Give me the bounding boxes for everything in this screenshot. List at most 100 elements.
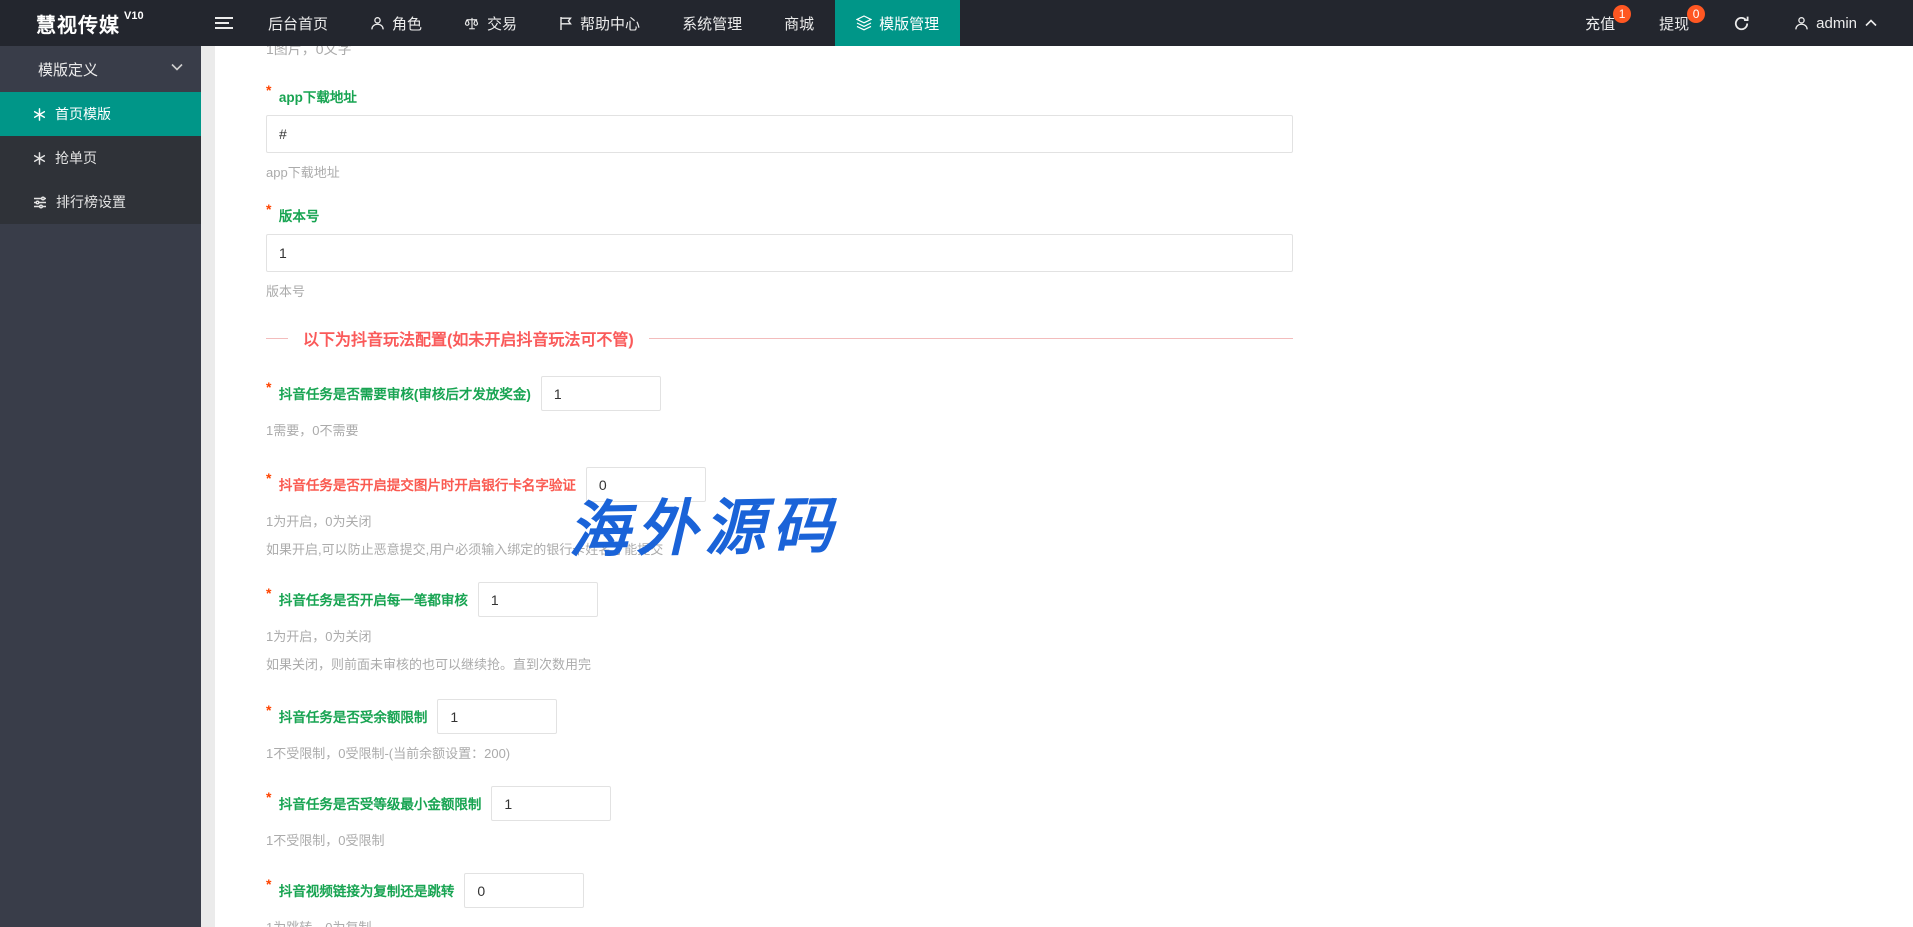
asterisk-icon <box>33 152 46 165</box>
sidebar-item-grab-order-page[interactable]: 抢单页 <box>0 136 201 180</box>
sliders-icon <box>33 196 47 209</box>
user-icon <box>1794 16 1809 31</box>
field-level-min-amount-limit: * 抖音任务是否受等级最小金额限制 <box>266 786 1913 821</box>
username-label: admin <box>1816 15 1857 32</box>
nav-item-system[interactable]: 系统管理 <box>661 0 763 46</box>
withdraw-button[interactable]: 提现 0 <box>1637 0 1711 46</box>
field-video-link-mode: * 抖音视频链接为复制还是跳转 <box>266 873 1913 908</box>
field-label: 抖音任务是否受等级最小金额限制 <box>279 797 482 812</box>
required-asterisk: * <box>266 702 271 718</box>
app-download-url-input[interactable] <box>266 115 1293 153</box>
hamburger-icon <box>215 16 233 30</box>
divider-line <box>266 338 288 339</box>
nav-item-label: 后台首页 <box>268 13 328 34</box>
nav-item-transactions[interactable]: 交易 <box>443 0 538 46</box>
sidebar-item-label: 排行榜设置 <box>56 192 126 212</box>
user-menu[interactable]: admin <box>1772 0 1899 46</box>
nav-item-mall[interactable]: 商城 <box>763 0 835 46</box>
required-asterisk: * <box>266 876 271 892</box>
sidebar: 模版定义 首页模版 <box>0 46 201 927</box>
main-content: 1图片，0文字 * app下载地址 app下载地址 * 版本号 版本号 <box>215 46 1913 927</box>
sidebar-group-label: 模版定义 <box>38 59 98 80</box>
divider-line <box>649 338 1293 339</box>
field-label: 抖音任务是否开启每一笔都审核 <box>279 593 468 608</box>
sidebar-toggle-button[interactable] <box>201 0 247 46</box>
bankcard-verify-input[interactable] <box>586 467 706 502</box>
field-helper: 版本号 <box>266 281 1913 300</box>
field-helper: 1为开启，0为关闭 <box>266 626 1913 645</box>
brand-logo: 慧视传媒 V10 <box>0 0 201 46</box>
field-helper: 1为跳转，0为复制 <box>266 917 1913 927</box>
field-label: 抖音视频链接为复制还是跳转 <box>279 884 455 899</box>
review-each-order-input[interactable] <box>478 582 598 617</box>
sidebar-item-ranking-settings[interactable]: 排行榜设置 <box>0 180 201 224</box>
divider-title: 以下为抖音玩法配置(如未开启抖音玩法可不管) <box>303 326 634 350</box>
nav-item-help-center[interactable]: 帮助中心 <box>538 0 661 46</box>
version-input[interactable] <box>266 234 1293 272</box>
required-asterisk: * <box>266 789 271 805</box>
field-label: 抖音任务是否受余额限制 <box>279 710 428 725</box>
required-asterisk: * <box>266 379 271 395</box>
balance-limit-input[interactable] <box>437 699 557 734</box>
field-review-each-order: * 抖音任务是否开启每一笔都审核 <box>266 582 1913 617</box>
nav-item-label: 商城 <box>784 13 814 34</box>
recharge-button[interactable]: 充值 1 <box>1563 0 1637 46</box>
template-config-form: 1图片，0文字 * app下载地址 app下载地址 * 版本号 版本号 <box>215 46 1913 927</box>
nav-item-dashboard[interactable]: 后台首页 <box>247 0 349 46</box>
level-min-amount-limit-input[interactable] <box>491 786 611 821</box>
sidebar-item-label: 首页模版 <box>55 104 111 124</box>
field-version: * 版本号 版本号 <box>266 205 1913 300</box>
douyin-section-divider: 以下为抖音玩法配置(如未开启抖音玩法可不管) <box>266 326 1293 350</box>
main-nav: 后台首页 角色 交易 <box>247 0 960 46</box>
nav-item-label: 交易 <box>487 13 517 34</box>
sidebar-submenu: 首页模版 抢单页 排行榜设置 <box>0 92 201 224</box>
required-asterisk: * <box>266 82 271 98</box>
withdraw-badge: 0 <box>1687 5 1705 23</box>
refresh-button[interactable] <box>1711 0 1772 46</box>
scrollbar-track[interactable] <box>201 46 215 927</box>
brand-name: 慧视传媒 <box>36 9 120 38</box>
chevron-down-icon <box>171 63 183 71</box>
scales-icon <box>464 16 480 31</box>
nav-item-label: 系统管理 <box>682 13 742 34</box>
sidebar-item-label: 抢单页 <box>55 148 97 168</box>
field-douyin-review: * 抖音任务是否需要审核(审核后才发放奖金) <box>266 376 1913 411</box>
sidebar-group-template-define[interactable]: 模版定义 <box>0 46 201 92</box>
video-link-mode-input[interactable] <box>464 873 584 908</box>
field-label: 抖音任务是否需要审核(审核后才发放奖金) <box>279 387 531 402</box>
field-app-download-url: * app下载地址 app下载地址 <box>266 86 1913 181</box>
asterisk-icon <box>33 108 46 121</box>
field-label: app下载地址 <box>279 90 357 105</box>
sidebar-item-home-template[interactable]: 首页模版 <box>0 92 201 136</box>
withdraw-label: 提现 <box>1659 13 1689 34</box>
header-right-group: 充值 1 提现 0 <box>1563 0 1913 46</box>
recharge-label: 充值 <box>1585 13 1615 34</box>
clipped-helper-text: 1图片，0文字 <box>266 46 1913 59</box>
required-asterisk: * <box>266 470 271 486</box>
nav-item-label: 角色 <box>392 13 422 34</box>
nav-item-roles[interactable]: 角色 <box>349 0 443 46</box>
user-icon <box>370 16 385 31</box>
douyin-review-input[interactable] <box>541 376 661 411</box>
field-balance-limit: * 抖音任务是否受余额限制 <box>266 699 1913 734</box>
refresh-icon <box>1733 15 1750 32</box>
field-helper: 1不受限制，0受限制-(当前余额设置：200) <box>266 743 1913 762</box>
app-root: 慧视传媒 V10 后台首页 角色 <box>0 0 1913 927</box>
field-helper: 1需要，0不需要 <box>266 420 1913 439</box>
nav-item-label: 模版管理 <box>879 13 939 34</box>
flag-icon <box>559 16 573 31</box>
field-helper: 如果开启,可以防止恶意提交,用户必须输入绑定的银行卡姓名才能提交 <box>266 539 1913 558</box>
nav-item-templates[interactable]: 模版管理 <box>835 0 960 46</box>
field-label: 版本号 <box>279 209 320 224</box>
top-navbar: 慧视传媒 V10 后台首页 角色 <box>0 0 1913 46</box>
field-helper: 如果关闭，则前面未审核的也可以继续抢。直到次数用完 <box>266 654 1913 673</box>
field-helper: 1为开启，0为关闭 <box>266 511 1913 530</box>
nav-item-label: 帮助中心 <box>580 13 640 34</box>
field-helper: 1不受限制，0受限制 <box>266 830 1913 849</box>
required-asterisk: * <box>266 201 271 217</box>
brand-version: V10 <box>124 10 144 22</box>
layers-icon <box>856 15 872 31</box>
field-label: 抖音任务是否开启提交图片时开启银行卡名字验证 <box>279 478 576 493</box>
field-helper: app下载地址 <box>266 162 1913 181</box>
recharge-badge: 1 <box>1613 5 1631 23</box>
